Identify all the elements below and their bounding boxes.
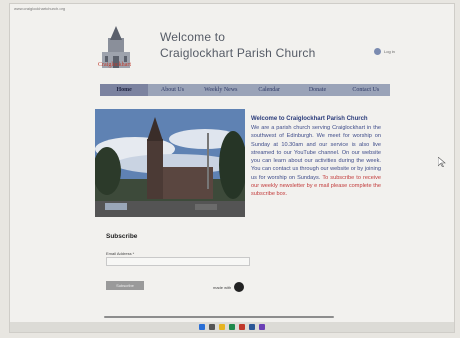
- nav-item-calendar[interactable]: Calendar: [245, 84, 293, 96]
- subscribe-title: Subscribe: [106, 233, 138, 240]
- teams-icon[interactable]: [259, 324, 265, 330]
- mouse-cursor-icon: [438, 157, 446, 167]
- email-field[interactable]: [106, 257, 250, 266]
- nav-item-weekly-news[interactable]: Weekly News: [197, 84, 245, 96]
- logo-text: Craiglockhart: [98, 62, 131, 68]
- welcome-paragraph-main: We are a parish church serving Craiglock…: [251, 125, 381, 181]
- church-photo: [95, 109, 245, 217]
- user-icon: [374, 48, 381, 55]
- nav-item-contact-us[interactable]: Contact Us: [342, 84, 390, 96]
- browser-icon[interactable]: [229, 324, 235, 330]
- laptop-screen: www.craiglockhartchurch.org Craiglockhar…: [10, 4, 454, 332]
- search-icon[interactable]: [209, 324, 215, 330]
- main-nav: Home About Us Weekly News Calendar Donat…: [100, 84, 390, 96]
- app-icon[interactable]: [239, 324, 245, 330]
- nav-item-about-us[interactable]: About Us: [148, 84, 196, 96]
- nav-item-home[interactable]: Home: [100, 84, 149, 96]
- site-header: Craiglockhart Welcome to Craiglockhart P…: [80, 18, 410, 76]
- taskbar: [10, 322, 454, 332]
- login-label: Log in: [384, 49, 395, 54]
- subscribe-button[interactable]: Subscribe: [106, 281, 144, 290]
- mail-icon[interactable]: [249, 324, 255, 330]
- address-bar[interactable]: www.craiglockhartchurch.org: [14, 6, 65, 11]
- folder-icon[interactable]: [219, 324, 225, 330]
- email-label: Email Address *: [106, 251, 135, 256]
- start-icon[interactable]: [199, 324, 205, 330]
- welcome-heading: Welcome to Craiglockhart Parish Church: [251, 116, 368, 122]
- horizontal-scrollbar[interactable]: [104, 316, 334, 318]
- login-link[interactable]: Log in: [374, 48, 395, 55]
- page-title-line1: Welcome to: [160, 30, 226, 44]
- nav-item-donate[interactable]: Donate: [293, 84, 341, 96]
- made-with-badge[interactable]: made with: [213, 282, 245, 292]
- made-with-label: made with: [213, 284, 232, 290]
- welcome-paragraph: We are a parish church serving Craiglock…: [251, 124, 381, 199]
- page-title-line2: Craiglockhart Parish Church: [160, 46, 316, 60]
- mailchimp-icon: [234, 282, 245, 292]
